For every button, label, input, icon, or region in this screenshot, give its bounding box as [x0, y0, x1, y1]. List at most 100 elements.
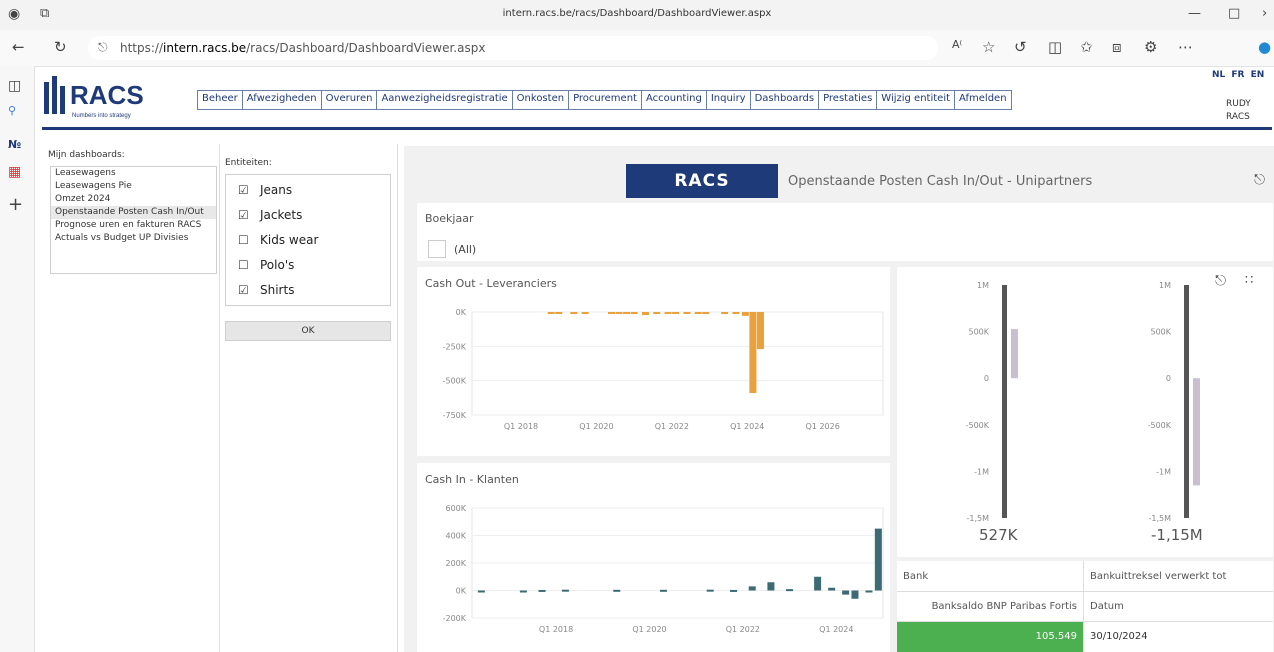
- dashboard-list-item[interactable]: Openstaande Posten Cash In/Out: [51, 206, 216, 219]
- search-icon[interactable]: ⚲: [8, 104, 16, 117]
- checkbox-unchecked-icon[interactable]: ☐: [238, 258, 252, 272]
- maximize-icon[interactable]: ∷: [1245, 273, 1253, 288]
- entity-label: Polo's: [260, 258, 295, 272]
- bar: [842, 590, 850, 595]
- menu-item[interactable]: Onkosten: [512, 91, 570, 109]
- bar: [581, 312, 589, 314]
- bar: [659, 589, 667, 592]
- entity-option[interactable]: ☑ Jeans: [238, 183, 292, 197]
- dashboard-logo: RACS: [626, 164, 778, 198]
- menu-item[interactable]: Wijzig entiteit: [877, 91, 956, 109]
- bar: [519, 590, 527, 593]
- bar: [851, 590, 859, 599]
- menu-item[interactable]: Overuren: [321, 91, 378, 109]
- cash-in-card: Cash In - Klanten 600K 400K 200K 0K -200K Q1 …: [417, 463, 890, 652]
- more-menu-icon[interactable]: ⋯: [1178, 38, 1193, 56]
- collections-icon[interactable]: ⧈: [1112, 38, 1122, 56]
- dashboard-list-item[interactable]: Omzet 2024: [51, 193, 216, 206]
- add-app-icon[interactable]: +: [8, 194, 23, 215]
- x-tick-label: Q1 2022: [655, 422, 689, 431]
- user-info: RUDY RACS: [1226, 98, 1251, 124]
- menu-item[interactable]: Afmelden: [955, 91, 1011, 109]
- entity-option[interactable]: ☐ Kids wear: [238, 233, 318, 247]
- lock-icon[interactable]: ⎋: [98, 40, 108, 55]
- read-aloud-icon[interactable]: A⁽: [952, 38, 962, 51]
- logo-tagline: Numbers into strategy: [72, 113, 131, 119]
- x-tick-label: Q1 2018: [504, 422, 538, 431]
- menu-item[interactable]: Inquiry: [706, 91, 751, 109]
- year-filter: [417, 203, 1273, 261]
- url-text[interactable]: https://intern.racs.be/racs/Dashboard/Da…: [120, 41, 485, 55]
- tab-title[interactable]: intern.racs.be/racs/Dashboard/DashboardV…: [0, 8, 1274, 19]
- menu-item[interactable]: Afwezigheden: [242, 91, 322, 109]
- entity-option[interactable]: ☑ Jackets: [238, 208, 302, 222]
- tab-list-icon[interactable]: ◫: [8, 78, 21, 94]
- bar: [683, 312, 691, 314]
- year-filter-checkbox[interactable]: [428, 240, 446, 258]
- menu-item[interactable]: Procurement: [569, 91, 642, 109]
- bar: [561, 589, 569, 592]
- dashboard-list-item[interactable]: Leasewagens: [51, 167, 216, 180]
- back-icon[interactable]: ←: [12, 38, 25, 56]
- racs-logo[interactable]: RACS Numbers into strategy: [42, 72, 172, 122]
- racs-app-icon[interactable]: №: [8, 138, 21, 151]
- favorite-star-icon[interactable]: ☆: [982, 38, 995, 56]
- checkbox-checked-icon[interactable]: ☑: [238, 208, 252, 222]
- year-filter-all[interactable]: (All): [454, 243, 476, 256]
- cash-out-chart: 0K -250K -500K -750K Q1 2018 Q1 2020 Q1 2022 Q1…: [443, 308, 884, 431]
- statement-date-cell: 30/10/2024: [1090, 631, 1148, 642]
- dashboard-list-item[interactable]: Actuals vs Budget UP Divisies: [51, 232, 216, 245]
- language-switch[interactable]: NL FR EN: [1212, 70, 1264, 80]
- menu-item[interactable]: Dashboards: [750, 91, 820, 109]
- minimize-icon[interactable]: —: [1188, 6, 1201, 21]
- card-export-icon[interactable]: ⎋: [1215, 273, 1226, 289]
- entity-option[interactable]: ☑ Shirts: [238, 283, 294, 297]
- extensions-icon[interactable]: ⚙: [1144, 38, 1157, 56]
- restore-icon[interactable]: □: [1228, 6, 1240, 21]
- copilot-icon[interactable]: ●: [1258, 38, 1271, 56]
- ok-button[interactable]: OK: [225, 321, 391, 341]
- logo-text: RACS: [70, 80, 144, 110]
- bar: [641, 312, 649, 316]
- y-tick-label: 400K: [445, 532, 466, 541]
- checkbox-checked-icon[interactable]: ☑: [238, 283, 252, 297]
- refresh-icon[interactable]: ↻: [54, 38, 67, 56]
- dashboards-list[interactable]: Leasewagens Leasewagens Pie Omzet 2024 Open…: [50, 166, 217, 274]
- x-tick-label: Q1 2018: [539, 625, 573, 634]
- y-tick-label: -200K: [443, 614, 467, 623]
- gauge-value-2: -1,15M: [1151, 526, 1203, 544]
- plot-frame: [471, 311, 884, 416]
- cash-out-card: Cash Out - Leveranciers 0K -250K -500K -750…: [417, 267, 890, 456]
- menu-item[interactable]: Aanwezigheidsregistratie: [377, 91, 513, 109]
- x-tick-label: Q1 2024: [730, 422, 764, 431]
- export-icon[interactable]: ⎋: [1254, 172, 1265, 188]
- close-icon[interactable]: ›: [1262, 6, 1267, 21]
- bar: [874, 528, 882, 591]
- menu-item[interactable]: Prestaties: [819, 91, 878, 109]
- browser-essentials-icon[interactable]: ↺: [1014, 38, 1027, 56]
- bar: [664, 312, 672, 314]
- y-tick-label: -1M: [974, 467, 989, 476]
- bar: [615, 312, 623, 314]
- menu-item[interactable]: Beheer: [198, 91, 243, 109]
- gauges-card: 1M 500K 0 -500K -1M -1,5M 1M 500K 0 -500K -1M -1,5…: [897, 267, 1273, 557]
- x-tick-label: Q1 2026: [806, 422, 840, 431]
- dashboard-list-item[interactable]: Leasewagens Pie: [51, 180, 216, 193]
- entity-label: Jackets: [260, 208, 303, 222]
- x-tick-label: Q1 2024: [819, 625, 853, 634]
- dashboard-list-item[interactable]: Prognose uren en fakturen RACS: [51, 219, 216, 232]
- y-tick-label: -1,5M: [966, 514, 989, 523]
- entity-option[interactable]: ☐ Polo's: [238, 258, 294, 272]
- edge-sidebar: [0, 66, 35, 652]
- bar: [732, 312, 740, 314]
- favorites-icon[interactable]: ✩: [1080, 38, 1093, 56]
- office-app-icon[interactable]: ▦: [8, 164, 21, 180]
- bar: [767, 582, 775, 591]
- y-tick-label: 1M: [1159, 281, 1171, 290]
- checkbox-unchecked-icon[interactable]: ☐: [238, 233, 252, 247]
- checkbox-checked-icon[interactable]: ☑: [238, 183, 252, 197]
- split-screen-icon[interactable]: ◫: [1048, 38, 1062, 56]
- y-tick-label: -500K: [966, 421, 990, 430]
- menu-item[interactable]: Accounting: [641, 91, 707, 109]
- table-header-date: Bankuittreksel verwerkt tot: [1090, 571, 1227, 582]
